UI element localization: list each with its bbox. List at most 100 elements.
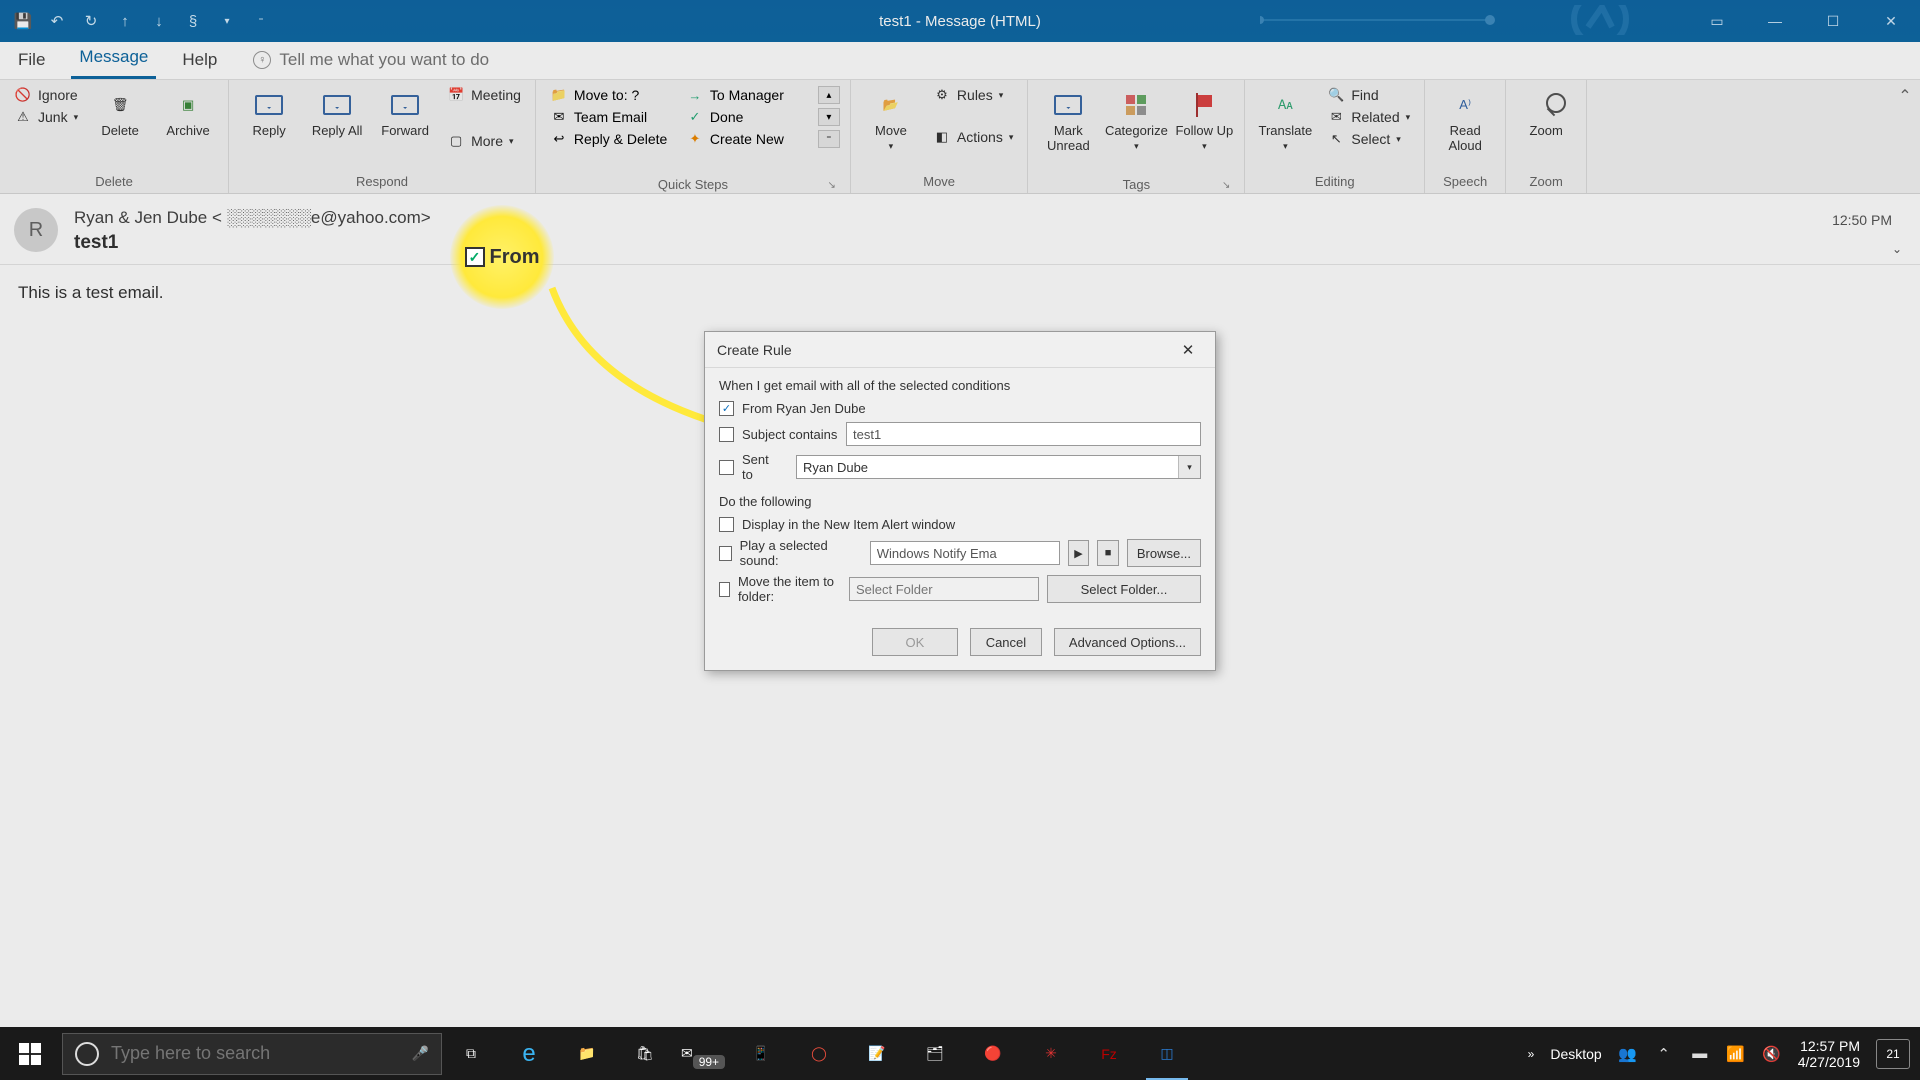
save-icon[interactable]: 💾 [12, 10, 34, 32]
subject-checkbox[interactable] [719, 427, 734, 442]
ok-button[interactable]: OK [872, 628, 958, 656]
tray-chevron-icon[interactable]: ⌃ [1654, 1044, 1674, 1064]
app-icon[interactable]: 🗂 [906, 1027, 964, 1080]
app2-icon[interactable]: ✳ [1022, 1027, 1080, 1080]
task-view-button[interactable]: ⧉ [442, 1027, 500, 1080]
taskbar: 🎤 ⧉ e 📁 🛍 ✉99+ 📱 ◯ 📝 🗂 🔴 ✳ Fz ◫ » Deskto… [0, 1027, 1920, 1080]
delete-button[interactable]: 🗑Delete [90, 86, 150, 138]
store-icon[interactable]: 🛍 [616, 1027, 674, 1080]
dialog-launcher-icon[interactable]: ↘ [546, 180, 840, 191]
move-folder-checkbox[interactable] [719, 582, 730, 597]
desktop-label[interactable]: Desktop [1550, 1046, 1601, 1062]
arrow-down-icon[interactable]: ↓ [148, 10, 170, 32]
stop-button[interactable]: ■ [1097, 540, 1119, 566]
arrow-up-icon[interactable]: ↑ [114, 10, 136, 32]
qs-scroll[interactable]: ▴▾⁼ [818, 86, 840, 148]
select-folder-button[interactable]: Select Folder... [1047, 575, 1201, 603]
find-button[interactable]: 🔍Find [1323, 86, 1414, 104]
phone-icon[interactable]: 📱 [732, 1027, 790, 1080]
qs-reply-delete[interactable]: ↩Reply & Delete [546, 130, 674, 148]
from-checkbox[interactable] [719, 401, 734, 416]
wifi-icon[interactable]: 📶 [1726, 1044, 1746, 1064]
mail-icon[interactable]: ✉99+ [674, 1027, 732, 1080]
zoom-button[interactable]: Zoom [1516, 86, 1576, 138]
play-sound-checkbox[interactable] [719, 546, 732, 561]
tell-me-search[interactable]: ♀ Tell me what you want to do [243, 41, 499, 79]
dialog-title: Create Rule [717, 342, 792, 358]
volume-icon[interactable]: 🔇 [1762, 1044, 1782, 1064]
related-icon: ✉ [1327, 109, 1345, 125]
sent-to-checkbox[interactable] [719, 460, 734, 475]
play-button[interactable]: ▶ [1068, 540, 1090, 566]
ignore-button[interactable]: 🚫Ignore [10, 86, 82, 104]
display-alert-checkbox[interactable] [719, 517, 734, 532]
search-input[interactable] [111, 1043, 400, 1064]
qat-customize-icon[interactable]: ⁼ [250, 10, 272, 32]
follow-up-button[interactable]: Follow Up▾ [1174, 86, 1234, 152]
tab-help[interactable]: Help [174, 41, 225, 79]
notepad-icon[interactable]: 📝 [848, 1027, 906, 1080]
group-label: Delete [10, 172, 218, 191]
browse-button[interactable]: Browse... [1127, 539, 1201, 567]
search-box[interactable]: 🎤 [62, 1033, 442, 1075]
more-respond-button[interactable]: ▢More▾ [443, 132, 525, 150]
file-explorer-icon[interactable]: 📁 [558, 1027, 616, 1080]
categorize-button[interactable]: Categorize▾ [1106, 86, 1166, 152]
reply-all-button[interactable]: Reply All [307, 86, 367, 138]
ribbon: 🚫Ignore ⚠Junk▾ 🗑Delete ▣Archive Delete R… [0, 80, 1920, 194]
people-icon[interactable]: 👥 [1618, 1044, 1638, 1064]
qs-move-to[interactable]: 📁Move to: ? [546, 86, 674, 104]
qs-create-new[interactable]: ✦Create New [682, 130, 810, 148]
vivaldi-icon[interactable]: ◯ [790, 1027, 848, 1080]
reply-button[interactable]: Reply [239, 86, 299, 138]
categorize-icon [1119, 90, 1153, 120]
attach-icon[interactable]: § [182, 10, 204, 32]
expand-header-icon[interactable]: ⌄ [1892, 242, 1902, 256]
dialog-launcher-icon[interactable]: ↘ [1038, 180, 1234, 191]
clock[interactable]: 12:57 PM 4/27/2019 [1798, 1038, 1860, 1070]
qat-more-icon[interactable]: ▾ [216, 10, 238, 32]
battery-icon[interactable]: ▬ [1690, 1044, 1710, 1064]
redo-icon[interactable]: ↻ [80, 10, 102, 32]
filezilla-icon[interactable]: Fz [1080, 1027, 1138, 1080]
read-aloud-button[interactable]: A⁾Read Aloud [1435, 86, 1495, 153]
outlook-icon[interactable]: ◫ [1138, 1027, 1196, 1080]
tab-message[interactable]: Message [71, 38, 156, 79]
start-button[interactable] [0, 1027, 60, 1080]
rules-button[interactable]: ⚙Rules▾ [929, 86, 1017, 104]
mark-unread-button[interactable]: Mark Unread [1038, 86, 1098, 153]
chrome-icon[interactable]: 🔴 [964, 1027, 1022, 1080]
edge-icon[interactable]: e [500, 1027, 558, 1080]
mic-icon[interactable]: 🎤 [412, 1045, 429, 1062]
tab-file[interactable]: File [10, 41, 53, 79]
qs-team-email[interactable]: ✉Team Email [546, 108, 674, 126]
qs-done[interactable]: ✓Done [682, 108, 810, 126]
subject-input[interactable] [846, 422, 1201, 446]
overflow-icon[interactable]: » [1528, 1047, 1535, 1061]
undo-icon[interactable]: ↶ [46, 10, 68, 32]
collapse-ribbon-icon[interactable]: ⌃ [1890, 80, 1920, 193]
sent-to-select[interactable]: Ryan Dube▾ [796, 455, 1201, 479]
actions-button[interactable]: ◧Actions▾ [929, 128, 1017, 146]
sound-input[interactable] [870, 541, 1060, 565]
meeting-button[interactable]: 📅Meeting [443, 86, 525, 104]
select-button[interactable]: ↖Select▾ [1323, 130, 1414, 148]
ribbon-display-icon[interactable]: ▭ [1688, 0, 1746, 42]
cancel-button[interactable]: Cancel [970, 628, 1042, 656]
translate-button[interactable]: 🗛Translate▾ [1255, 86, 1315, 152]
highlight-callout: ✓ From [450, 205, 554, 309]
advanced-options-button[interactable]: Advanced Options... [1054, 628, 1201, 656]
action-center-icon[interactable]: 21 [1876, 1039, 1910, 1069]
folder-input [849, 577, 1039, 601]
maximize-button[interactable]: ☐ [1804, 0, 1862, 42]
archive-button[interactable]: ▣Archive [158, 86, 218, 138]
minimize-button[interactable]: ― [1746, 0, 1804, 42]
read-aloud-icon: A⁾ [1448, 90, 1482, 120]
move-button[interactable]: 📂Move▾ [861, 86, 921, 152]
dialog-close-button[interactable]: ✕ [1173, 336, 1203, 364]
qs-to-manager[interactable]: →To Manager [682, 86, 810, 104]
close-button[interactable]: ✕ [1862, 0, 1920, 42]
forward-button[interactable]: Forward [375, 86, 435, 138]
junk-button[interactable]: ⚠Junk▾ [10, 108, 82, 126]
related-button[interactable]: ✉Related▾ [1323, 108, 1414, 126]
